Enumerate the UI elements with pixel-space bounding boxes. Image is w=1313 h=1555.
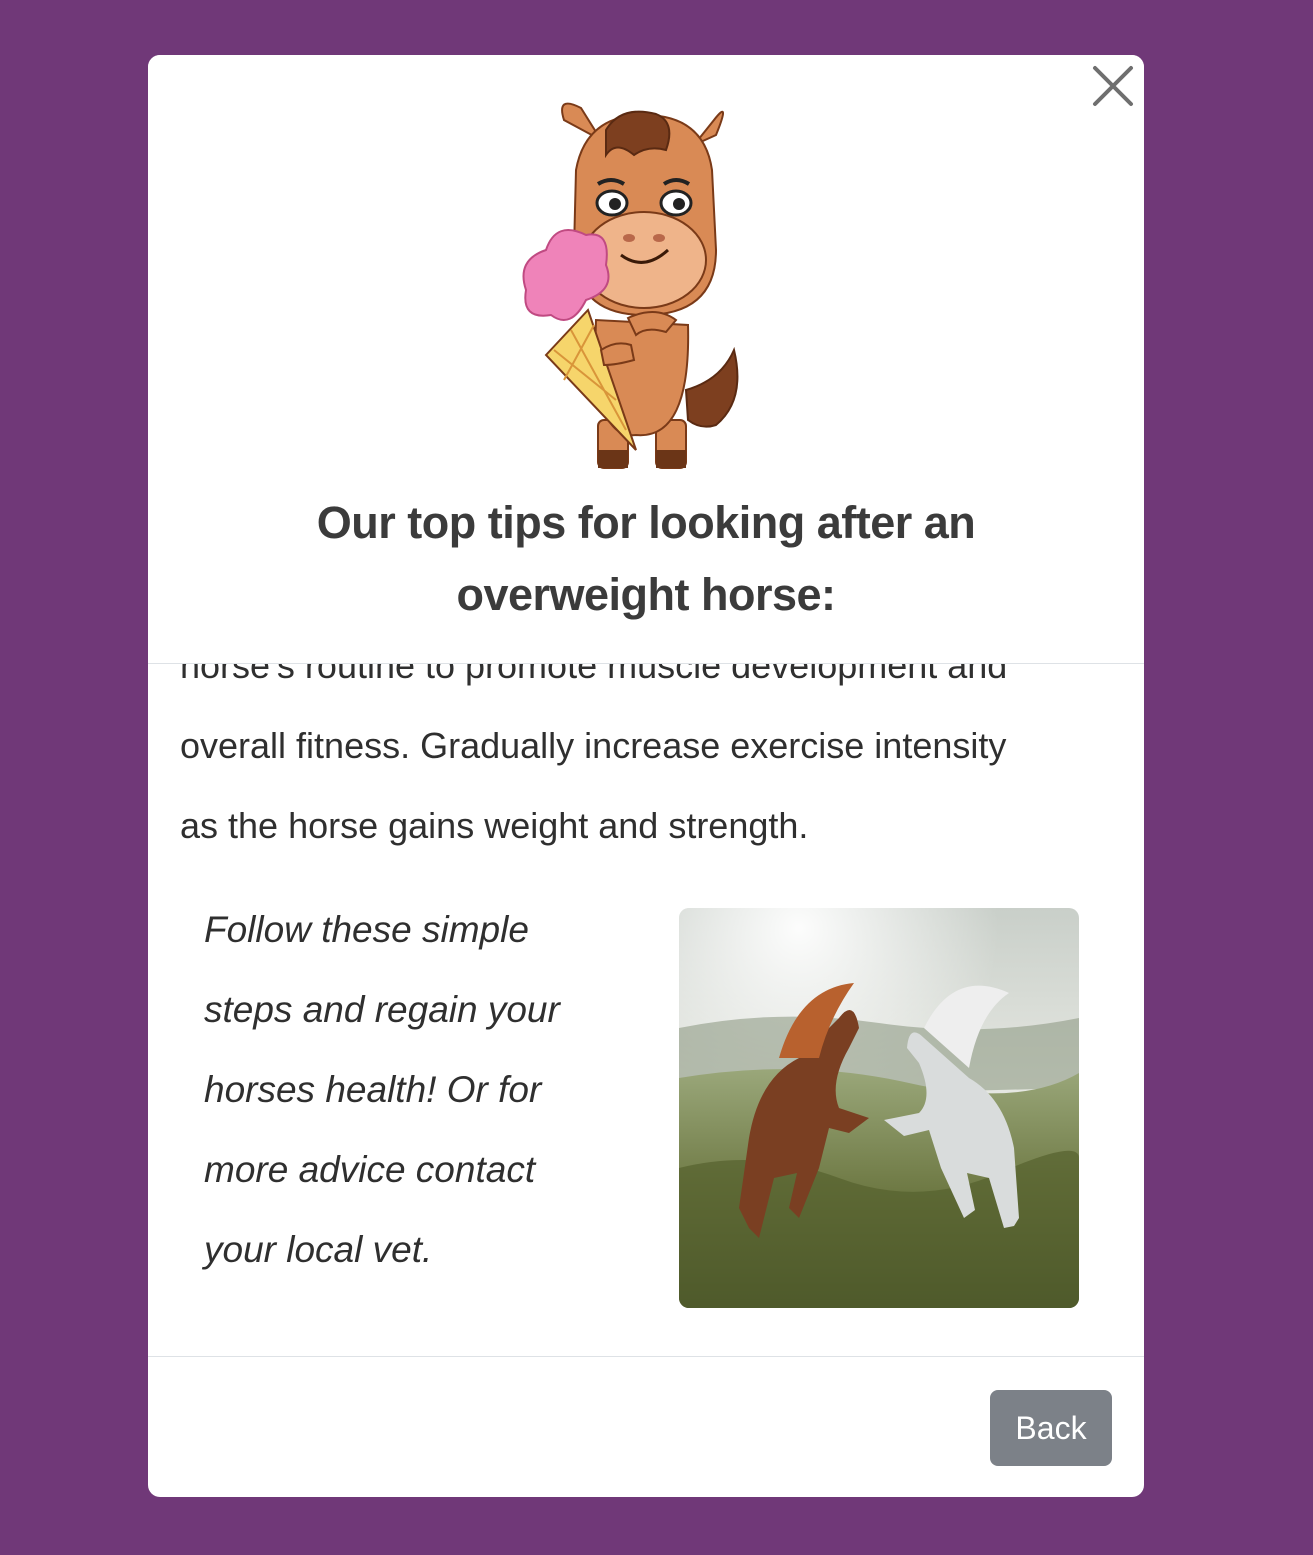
closing-message: Follow these simple steps and regain you…: [204, 890, 624, 1290]
tips-modal: horse's routine to promote muscle develo…: [148, 55, 1144, 1497]
modal-header: Our top tips for looking after an overwe…: [148, 55, 1144, 664]
modal-footer: Back: [148, 1356, 1144, 1497]
tip-line: as the horse gains weight and strength.: [180, 805, 809, 846]
back-button[interactable]: Back: [990, 1390, 1112, 1466]
horse-mascot-icon: [516, 100, 776, 475]
horse-mascot-graphic: [522, 102, 739, 469]
closing-line: horses health! Or for: [204, 1069, 542, 1110]
close-icon: [1093, 66, 1133, 106]
modal-body[interactable]: horse's routine to promote muscle develo…: [148, 664, 1144, 1356]
closing-line: Follow these simple: [204, 909, 529, 950]
modal-scroll-content: horse's routine to promote muscle develo…: [180, 664, 1110, 1308]
tip-line: overall fitness. Gradually increase exer…: [180, 725, 1007, 766]
tip-partial-line: horse's routine to promote muscle develo…: [180, 664, 1008, 686]
horses-photo: [679, 908, 1079, 1308]
horses-photo-graphic: [679, 908, 1079, 1308]
modal-title: Our top tips for looking after an overwe…: [316, 497, 976, 620]
closing-row: Follow these simple steps and regain you…: [180, 890, 1110, 1310]
closing-line: steps and regain your: [204, 989, 560, 1030]
close-button[interactable]: [1090, 63, 1136, 109]
closing-line: your local vet.: [204, 1229, 433, 1270]
closing-line: more advice contact: [204, 1149, 536, 1190]
